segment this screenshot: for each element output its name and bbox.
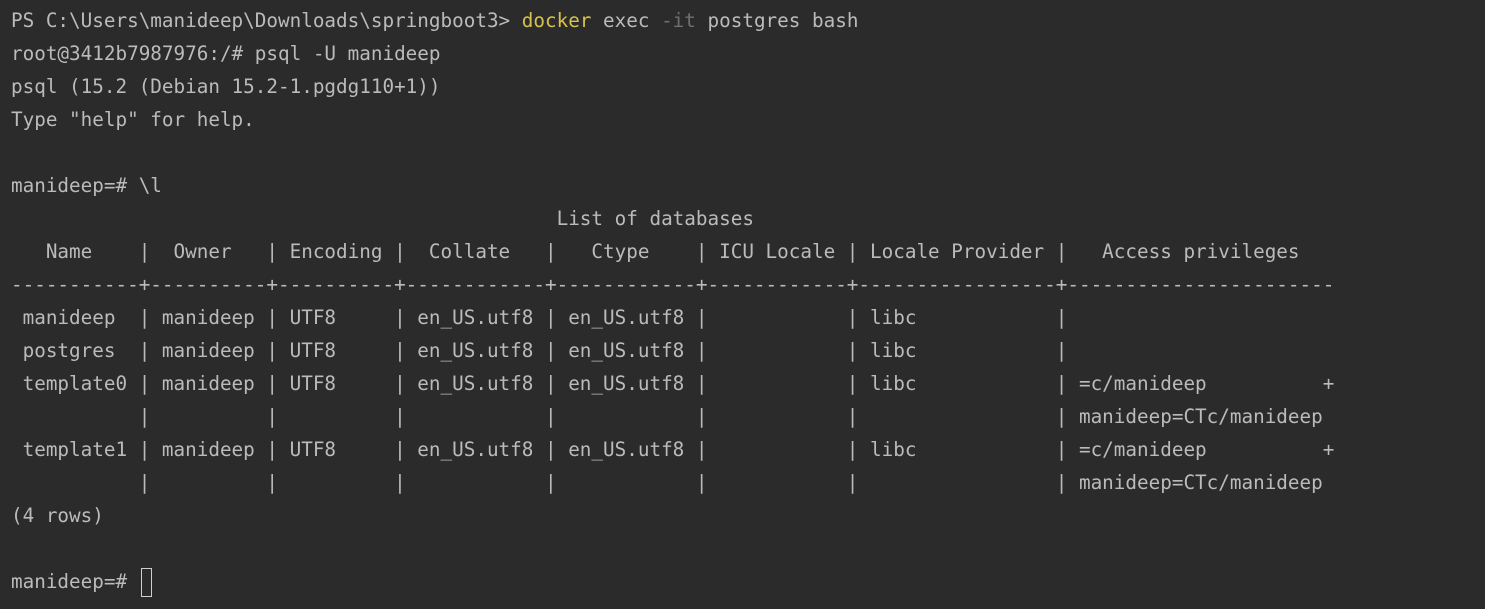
table-separator: -----------+----------+----------+------… xyxy=(11,273,1335,296)
table-row: | | | | | | | manideep=CTc/manideep xyxy=(11,405,1323,428)
final-prompt: manideep=# xyxy=(11,570,139,593)
table-row: | | | | | | | manideep=CTc/manideep xyxy=(11,471,1323,494)
terminal-line-list-cmd: manideep=# \l xyxy=(11,174,162,197)
terminal-line-root: root@3412b7987976:/# psql -U manideep xyxy=(11,42,441,65)
terminal-window[interactable]: PS C:\Users\manideep\Downloads\springboo… xyxy=(0,0,1485,609)
exec-command: exec xyxy=(591,9,662,32)
terminal-line-help: Type "help" for help. xyxy=(11,108,255,131)
text-cursor[interactable] xyxy=(140,568,152,597)
table-row: template0 | manideep | UTF8 | en_US.utf8… xyxy=(11,372,1335,395)
table-row: postgres | manideep | UTF8 | en_US.utf8 … xyxy=(11,339,1068,362)
terminal-line-final-prompt[interactable]: manideep=# xyxy=(11,565,1485,598)
docker-command: docker xyxy=(521,9,592,32)
it-flag: -it xyxy=(661,9,696,32)
row-count: (4 rows) xyxy=(11,504,104,527)
table-title: List of databases xyxy=(11,207,754,230)
table-row: manideep | manideep | UTF8 | en_US.utf8 … xyxy=(11,306,1068,329)
terminal-line-version: psql (15.2 (Debian 15.2-1.pgdg110+1)) xyxy=(11,75,441,98)
table-header: Name | Owner | Encoding | Collate | Ctyp… xyxy=(11,240,1300,263)
command-args: postgres bash xyxy=(695,9,859,32)
terminal-line-ps-command: PS C:\Users\manideep\Downloads\springboo… xyxy=(11,4,1485,37)
table-row: template1 | manideep | UTF8 | en_US.utf8… xyxy=(11,438,1335,461)
ps-prompt: PS C:\Users\manideep\Downloads\springboo… xyxy=(11,9,522,32)
